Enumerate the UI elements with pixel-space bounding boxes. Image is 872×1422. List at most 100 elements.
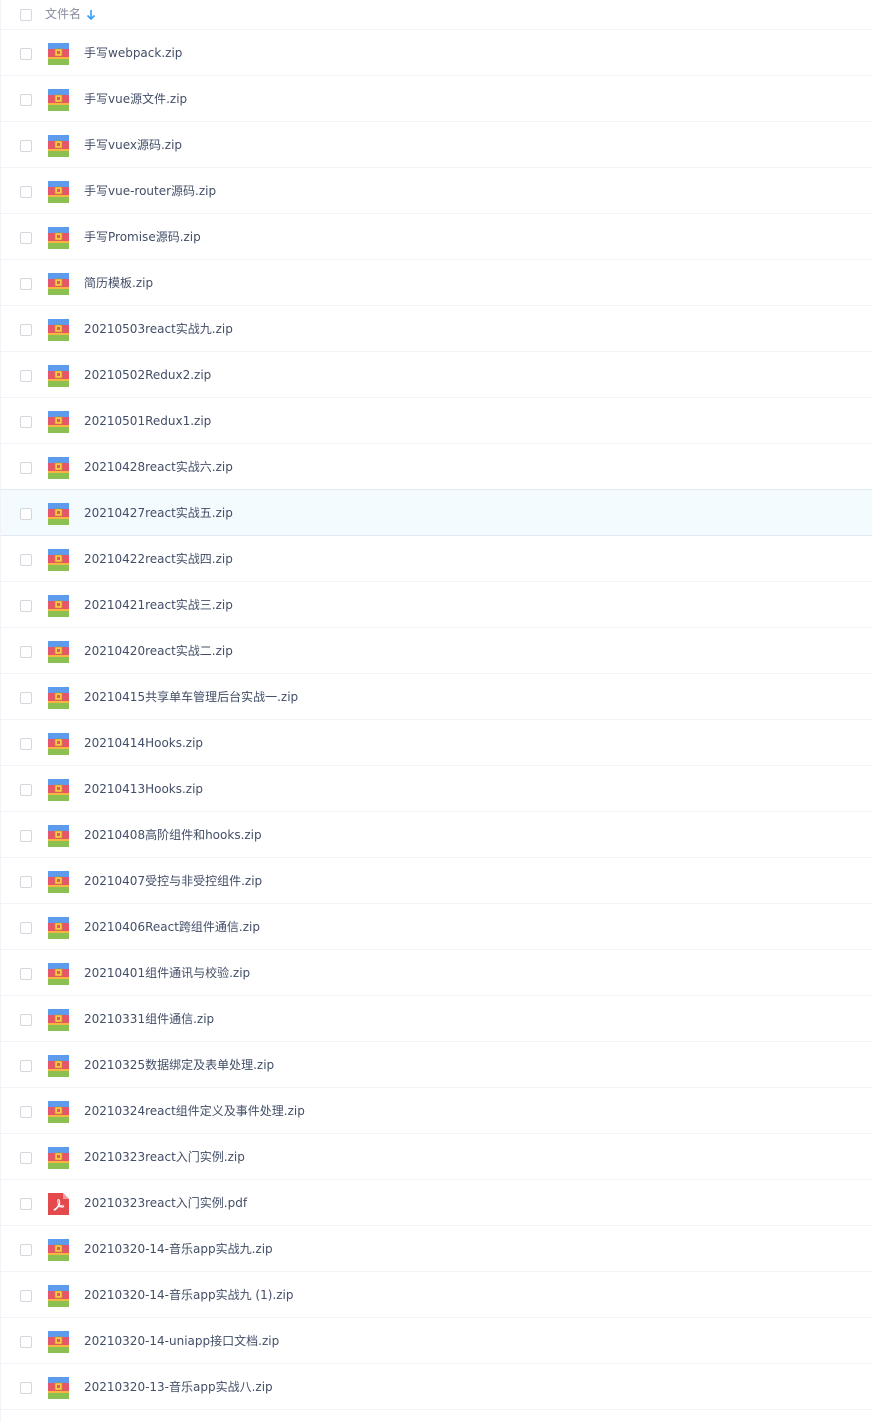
file-row[interactable]: 20210323react入门实例.pdf bbox=[1, 1180, 872, 1226]
file-name-link[interactable]: 20210427react实战五.zip bbox=[84, 505, 233, 521]
zip-archive-icon bbox=[48, 871, 69, 893]
zip-archive-icon bbox=[48, 365, 69, 387]
select-all-checkbox[interactable] bbox=[20, 9, 32, 21]
zip-archive-icon bbox=[48, 1285, 69, 1307]
file-row[interactable]: 手写Promise源码.zip bbox=[1, 214, 872, 260]
file-row[interactable]: 20210325数据绑定及表单处理.zip bbox=[1, 1042, 872, 1088]
row-checkbox[interactable] bbox=[20, 416, 32, 428]
row-checkbox[interactable] bbox=[20, 48, 32, 60]
row-checkbox[interactable] bbox=[20, 186, 32, 198]
row-checkbox[interactable] bbox=[20, 324, 32, 336]
row-checkbox[interactable] bbox=[20, 876, 32, 888]
file-name-link[interactable]: 20210320-13-音乐app实战八.zip bbox=[84, 1379, 273, 1395]
file-name-link[interactable]: 20210323react入门实例.pdf bbox=[84, 1195, 247, 1211]
zip-archive-icon bbox=[48, 1147, 69, 1169]
file-name-link[interactable]: 20210325数据绑定及表单处理.zip bbox=[84, 1057, 274, 1073]
row-checkbox[interactable] bbox=[20, 1382, 32, 1394]
zip-archive-icon bbox=[48, 595, 69, 617]
file-row[interactable]: 20210415共享单车管理后台实战一.zip bbox=[1, 674, 872, 720]
file-row[interactable]: 20210422react实战四.zip bbox=[1, 536, 872, 582]
file-name-link[interactable]: 20210502Redux2.zip bbox=[84, 367, 211, 383]
file-row[interactable]: 20210331组件通信.zip bbox=[1, 996, 872, 1042]
row-checkbox[interactable] bbox=[20, 1290, 32, 1302]
file-row[interactable]: 20210406React跨组件通信.zip bbox=[1, 904, 872, 950]
file-row[interactable]: 20210401组件通讯与校验.zip bbox=[1, 950, 872, 996]
file-name-link[interactable]: 20210324react组件定义及事件处理.zip bbox=[84, 1103, 305, 1119]
file-name-link[interactable]: 20210421react实战三.zip bbox=[84, 597, 233, 613]
file-name-link[interactable]: 20210408高阶组件和hooks.zip bbox=[84, 827, 262, 843]
file-row[interactable]: 20210413Hooks.zip bbox=[1, 766, 872, 812]
row-checkbox[interactable] bbox=[20, 278, 32, 290]
file-row[interactable]: 20210324react组件定义及事件处理.zip bbox=[1, 1088, 872, 1134]
row-checkbox[interactable] bbox=[20, 784, 32, 796]
row-checkbox[interactable] bbox=[20, 646, 32, 658]
file-row[interactable]: 简历模板.zip bbox=[1, 260, 872, 306]
file-row[interactable]: 20210320-14-音乐app实战九.zip bbox=[1, 1226, 872, 1272]
arrow-down-icon[interactable] bbox=[85, 8, 97, 22]
file-row[interactable]: 20210408高阶组件和hooks.zip bbox=[1, 812, 872, 858]
zip-archive-icon bbox=[48, 503, 69, 525]
file-name-link[interactable]: 手写vue源文件.zip bbox=[84, 91, 187, 107]
file-row[interactable]: 20210420react实战二.zip bbox=[1, 628, 872, 674]
row-checkbox[interactable] bbox=[20, 508, 32, 520]
row-checkbox[interactable] bbox=[20, 738, 32, 750]
file-name-link[interactable]: 简历模板.zip bbox=[84, 275, 153, 291]
row-checkbox[interactable] bbox=[20, 462, 32, 474]
file-name-link[interactable]: 20210401组件通讯与校验.zip bbox=[84, 965, 250, 981]
file-row[interactable]: 20210414Hooks.zip bbox=[1, 720, 872, 766]
file-name-link[interactable]: 20210323react入门实例.zip bbox=[84, 1149, 245, 1165]
file-row[interactable]: 20210320-14-uniapp接口文档.zip bbox=[1, 1318, 872, 1364]
file-row[interactable]: 手写webpack.zip bbox=[1, 30, 872, 76]
file-row[interactable]: 20210427react实战五.zip bbox=[1, 489, 872, 536]
file-row[interactable]: 20210407受控与非受控组件.zip bbox=[1, 858, 872, 904]
file-name-link[interactable]: 手写vue-router源码.zip bbox=[84, 183, 216, 199]
row-checkbox[interactable] bbox=[20, 232, 32, 244]
file-name-link[interactable]: 20210422react实战四.zip bbox=[84, 551, 233, 567]
file-row[interactable]: 20210320-13-音乐app实战八.zip bbox=[1, 1364, 872, 1410]
row-checkbox[interactable] bbox=[20, 554, 32, 566]
file-row[interactable]: 20210428react实战六.zip bbox=[1, 444, 872, 490]
file-name-link[interactable]: 20210420react实战二.zip bbox=[84, 643, 233, 659]
zip-archive-icon bbox=[48, 181, 69, 203]
row-checkbox[interactable] bbox=[20, 370, 32, 382]
file-name-link[interactable]: 手写webpack.zip bbox=[84, 45, 182, 61]
row-checkbox[interactable] bbox=[20, 140, 32, 152]
file-name-link[interactable]: 20210320-14-音乐app实战九 (1).zip bbox=[84, 1287, 293, 1303]
file-row[interactable]: 20210502Redux2.zip bbox=[1, 352, 872, 398]
file-name-link[interactable]: 20210413Hooks.zip bbox=[84, 781, 203, 797]
row-checkbox[interactable] bbox=[20, 922, 32, 934]
file-row[interactable]: 20210503react实战九.zip bbox=[1, 306, 872, 352]
file-name-link[interactable]: 20210503react实战九.zip bbox=[84, 321, 233, 337]
file-row[interactable]: 20210501Redux1.zip bbox=[1, 398, 872, 444]
row-checkbox[interactable] bbox=[20, 1014, 32, 1026]
row-checkbox[interactable] bbox=[20, 1106, 32, 1118]
row-checkbox[interactable] bbox=[20, 1198, 32, 1210]
row-checkbox[interactable] bbox=[20, 1244, 32, 1256]
column-header-filename[interactable]: 文件名 bbox=[45, 6, 81, 22]
file-name-link[interactable]: 20210414Hooks.zip bbox=[84, 735, 203, 751]
row-checkbox[interactable] bbox=[20, 1336, 32, 1348]
file-name-link[interactable]: 20210501Redux1.zip bbox=[84, 413, 211, 429]
file-row[interactable]: 20210421react实战三.zip bbox=[1, 582, 872, 628]
file-name-link[interactable]: 20210331组件通信.zip bbox=[84, 1011, 214, 1027]
file-name-link[interactable]: 20210407受控与非受控组件.zip bbox=[84, 873, 262, 889]
row-checkbox[interactable] bbox=[20, 600, 32, 612]
file-name-link[interactable]: 20210415共享单车管理后台实战一.zip bbox=[84, 689, 298, 705]
file-row[interactable]: 20210323react入门实例.zip bbox=[1, 1134, 872, 1180]
file-name-link[interactable]: 20210320-14-音乐app实战九.zip bbox=[84, 1241, 273, 1257]
row-checkbox[interactable] bbox=[20, 968, 32, 980]
file-row[interactable]: 手写vuex源码.zip bbox=[1, 122, 872, 168]
file-name-link[interactable]: 手写vuex源码.zip bbox=[84, 137, 182, 153]
file-name-link[interactable]: 20210406React跨组件通信.zip bbox=[84, 919, 260, 935]
file-row[interactable]: 20210320-14-音乐app实战九 (1).zip bbox=[1, 1272, 872, 1318]
file-name-link[interactable]: 20210428react实战六.zip bbox=[84, 459, 233, 475]
file-row[interactable]: 手写vue-router源码.zip bbox=[1, 168, 872, 214]
row-checkbox[interactable] bbox=[20, 94, 32, 106]
file-row[interactable]: 手写vue源文件.zip bbox=[1, 76, 872, 122]
row-checkbox[interactable] bbox=[20, 830, 32, 842]
row-checkbox[interactable] bbox=[20, 692, 32, 704]
file-name-link[interactable]: 20210320-14-uniapp接口文档.zip bbox=[84, 1333, 279, 1349]
row-checkbox[interactable] bbox=[20, 1152, 32, 1164]
file-name-link[interactable]: 手写Promise源码.zip bbox=[84, 229, 201, 245]
row-checkbox[interactable] bbox=[20, 1060, 32, 1072]
